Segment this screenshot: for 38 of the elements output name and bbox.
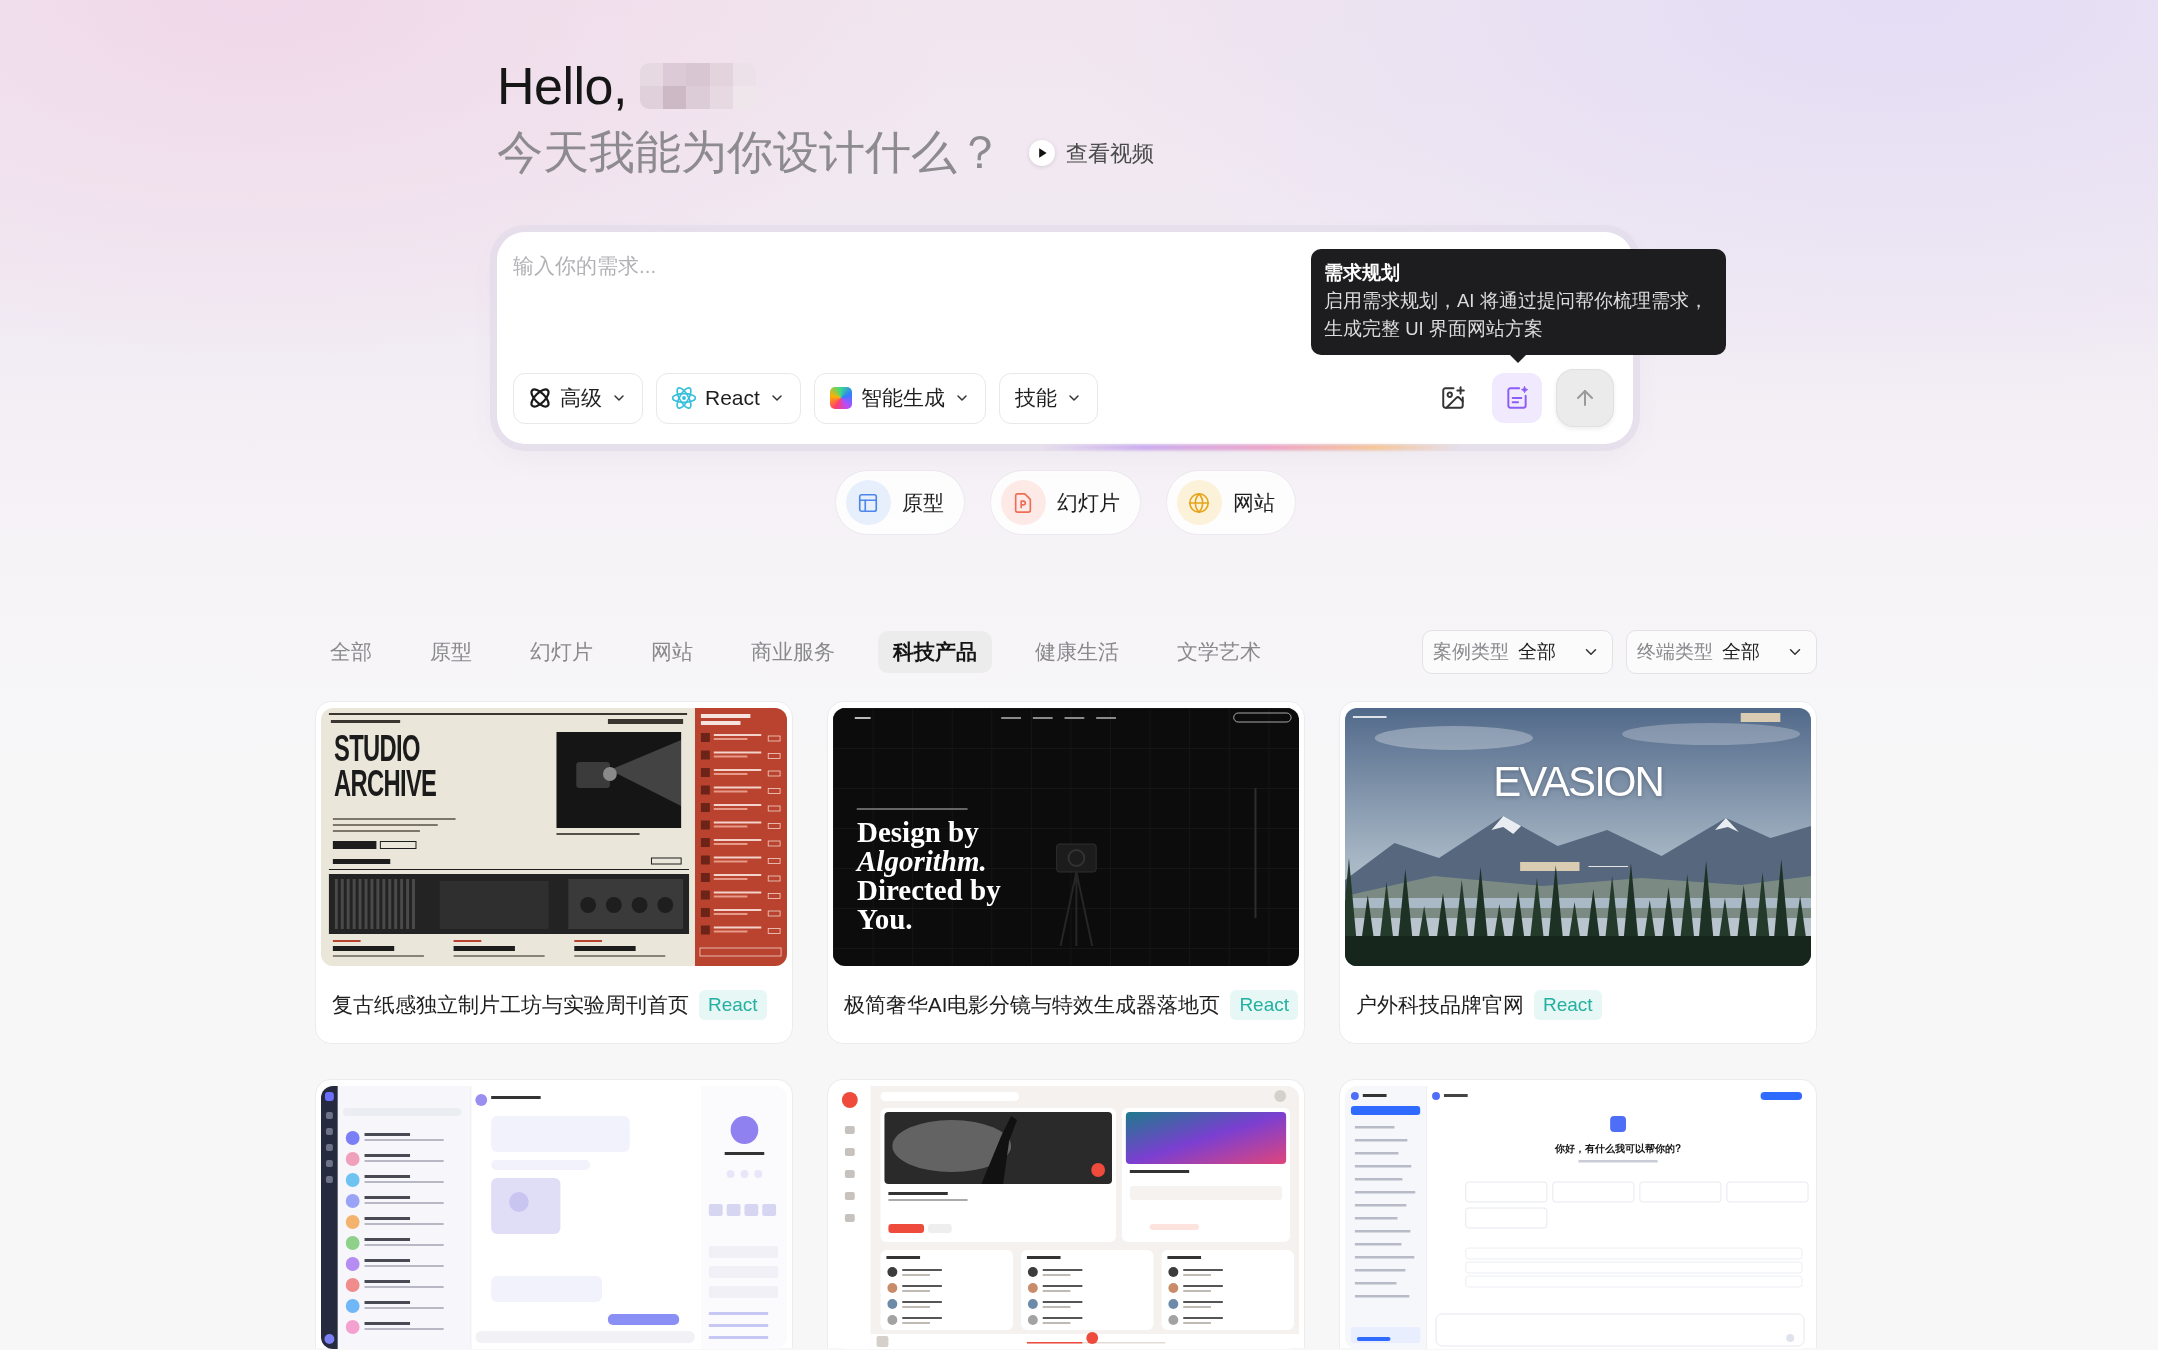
case-title: 极简奢华AI电影分镜与特效生成器落地页	[844, 991, 1221, 1018]
image-plus-icon	[1440, 385, 1466, 411]
atom-icon	[672, 387, 696, 409]
document-sparkle-icon	[1504, 385, 1530, 411]
plan-button[interactable]	[1492, 373, 1542, 423]
framework-tag: React	[1534, 989, 1602, 1020]
layout-icon	[845, 480, 891, 525]
slides-button[interactable]: 幻灯片	[989, 470, 1141, 535]
greeting-title: Hello,	[497, 56, 627, 116]
prototype-button[interactable]: 原型	[834, 470, 965, 535]
orbit-icon	[529, 387, 551, 409]
case-card[interactable]: Design by Algorithm. Directed by You. 极简奢华AI电影分镜与特效生成器落地页 React	[827, 701, 1305, 1044]
skills-dropdown[interactable]: 技能	[998, 372, 1098, 424]
framework-tag: React	[1230, 989, 1298, 1020]
category-tab[interactable]: 科技产品	[878, 631, 992, 673]
filter-dropdown[interactable]: 终端类型 全部	[1626, 630, 1817, 674]
case-card[interactable]: 你好，有什么我可以帮你的?	[1339, 1079, 1817, 1348]
website-button[interactable]: 网站	[1165, 470, 1296, 535]
gradient-square-icon	[829, 387, 852, 409]
globe-icon	[1176, 480, 1222, 525]
preview-headline: STUDIO ARCHIVE	[334, 731, 437, 801]
framework-dropdown[interactable]: React	[656, 372, 801, 424]
framework-tag: React	[699, 989, 767, 1020]
tooltip-title: 需求规划	[1324, 261, 1401, 285]
mode-dropdown[interactable]: 高级	[513, 372, 643, 424]
case-title: 复古纸感独立制片工坊与实验周刊首页	[332, 991, 689, 1018]
case-card[interactable]: EVASION 户外科技品牌官网 React	[1339, 701, 1817, 1044]
design-prompt-heading: 今天我能为你设计什么？	[497, 125, 1003, 180]
preview-headline: EVASION	[1493, 758, 1663, 806]
case-card[interactable]: STUDIO ARCHIVE 复古纸感独立制片工坊与实验周刊首页 React	[315, 701, 793, 1044]
slide-file-icon	[1000, 480, 1046, 525]
preview-headline: Design by Algorithm. Directed by You.	[857, 818, 1002, 934]
filter-dropdown[interactable]: 案例类型 全部	[1422, 630, 1613, 674]
generation-dropdown[interactable]: 智能生成	[813, 372, 986, 424]
case-title: 户外科技品牌官网	[1356, 991, 1524, 1018]
play-icon	[1029, 140, 1055, 166]
watch-video-link[interactable]: 查看视频	[1029, 138, 1154, 168]
preview-headline: 你好，有什么我可以帮你的?	[1554, 1142, 1682, 1156]
